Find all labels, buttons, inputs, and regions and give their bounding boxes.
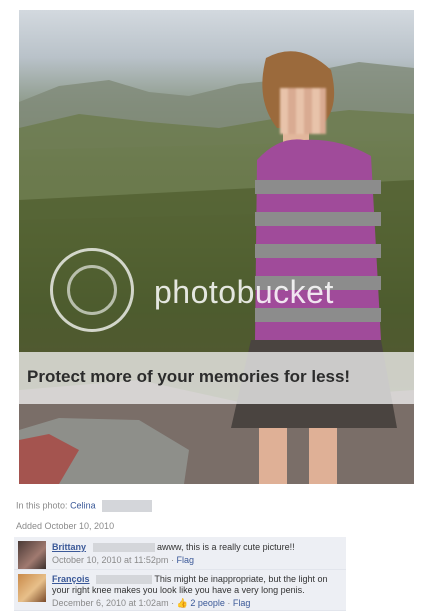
avatar[interactable]	[18, 541, 46, 569]
avatar[interactable]	[18, 574, 46, 602]
comment: François This might be inappropriate, bu…	[14, 570, 346, 611]
redacted-name	[96, 575, 153, 585]
tag-line: In this photo: Celina	[16, 500, 153, 512]
blurred-face	[280, 88, 326, 134]
photobucket-logo-icon	[50, 248, 134, 332]
flag-link[interactable]: Flag	[176, 555, 194, 565]
promo-banner-text: Protect more of your memories for less!	[27, 367, 351, 386]
redacted-name	[92, 543, 155, 553]
likes-link[interactable]: 2 people	[190, 598, 225, 608]
comment-time: December 6, 2010 at 1:02am	[52, 598, 169, 608]
photobucket-watermark: photobucket	[22, 248, 417, 348]
tagged-person-link[interactable]: Celina	[70, 500, 96, 510]
photo[interactable]	[19, 10, 414, 484]
photo-scene	[19, 51, 414, 484]
watermark-text: photobucket	[154, 274, 334, 310]
like-icon[interactable]: 👍	[177, 598, 188, 608]
promo-banner[interactable]: Protect more of your memories for less!	[19, 352, 414, 404]
comment: Brittany awww, this is a really cute pic…	[14, 537, 346, 570]
redacted-name	[102, 500, 153, 512]
comment-text: This might be inappropriate, but the lig…	[52, 574, 328, 595]
comment-text: awww, this is a really cute picture!!	[157, 542, 295, 552]
comment-author-link[interactable]: Brittany	[52, 542, 86, 552]
flag-link[interactable]: Flag	[233, 598, 251, 608]
added-date: Added October 10, 2010	[16, 521, 115, 531]
comment-author-link[interactable]: François	[52, 574, 90, 584]
comment-time: October 10, 2010 at 11:52pm	[52, 555, 169, 565]
